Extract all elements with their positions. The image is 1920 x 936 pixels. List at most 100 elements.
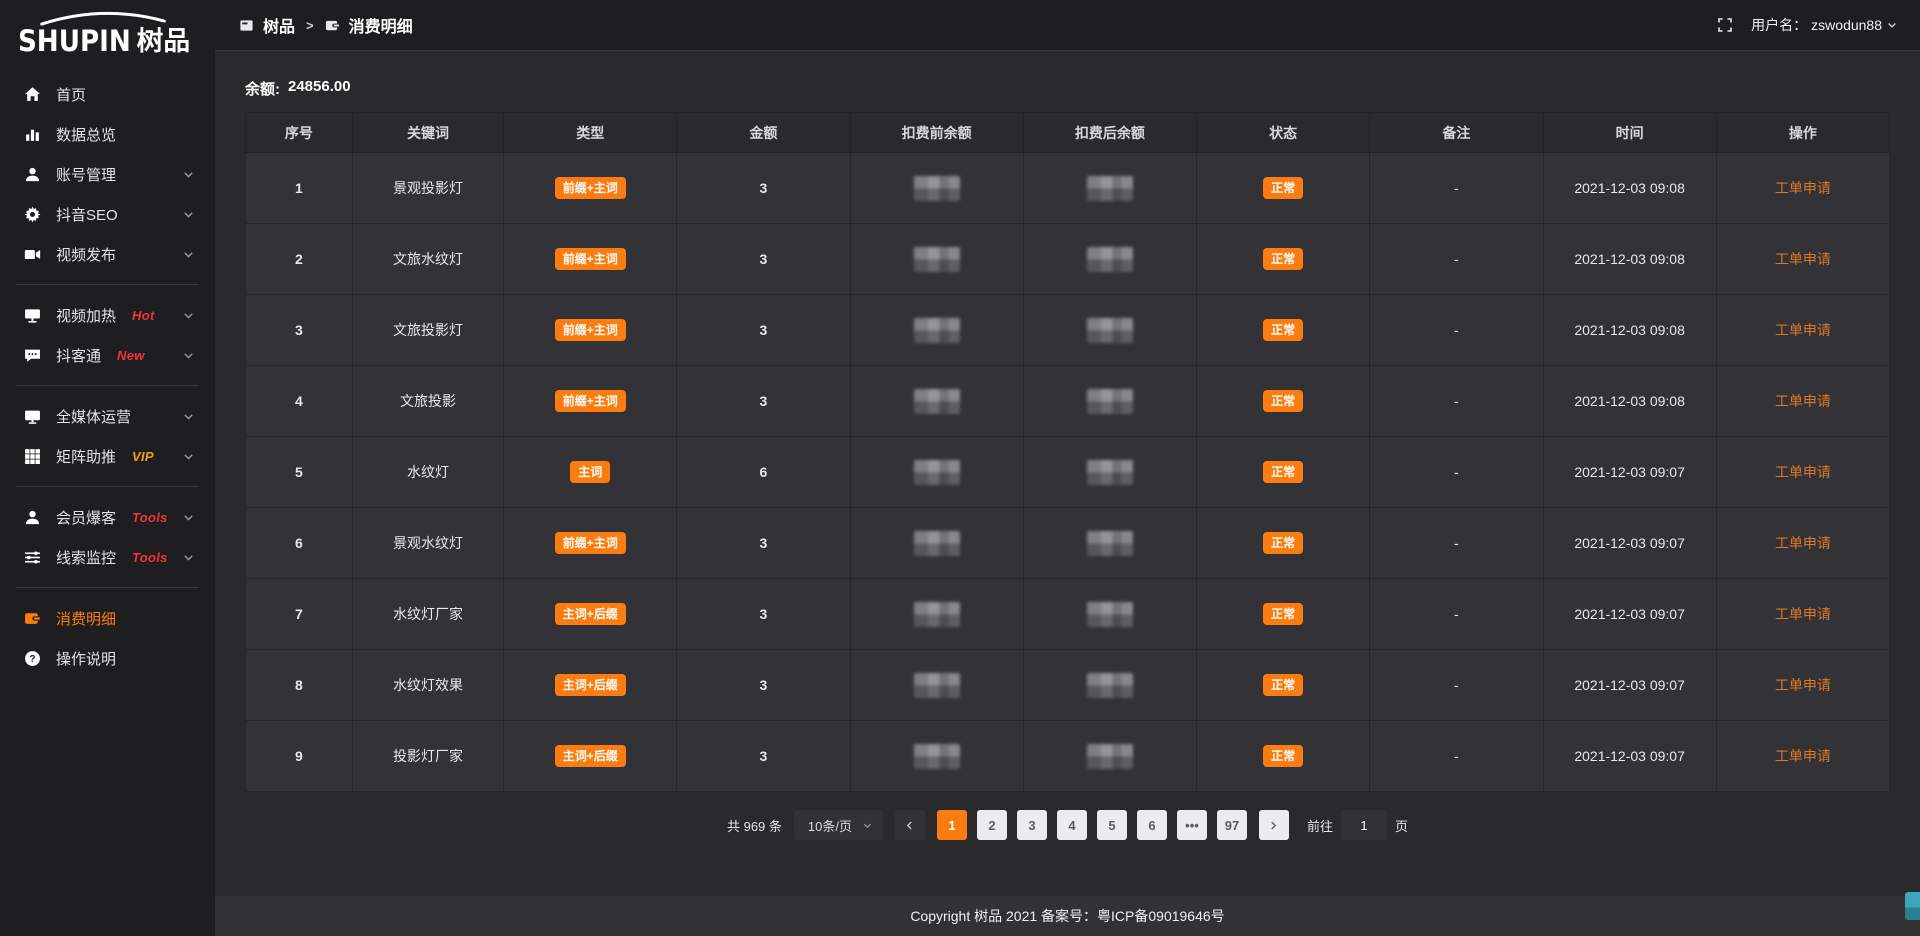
cell-keyword: 文旅投影灯 (352, 295, 503, 366)
sidebar-item-label: 矩阵助推 (56, 446, 116, 467)
cell-balance-after (1023, 295, 1196, 366)
page-jump: 前往 页 (1307, 810, 1408, 840)
cell-remark: - (1370, 153, 1543, 224)
sliders-icon (24, 549, 41, 566)
sidebar-item-label: 会员爆客 (56, 507, 116, 528)
sidebar-item-douyin-seo[interactable]: 抖音SEO (0, 194, 215, 234)
work-order-link[interactable]: 工单申请 (1775, 464, 1831, 480)
cell-time: 2021-12-03 09:08 (1543, 153, 1716, 224)
page-button-5[interactable]: 5 (1097, 810, 1127, 840)
type-badge: 主词+后缀 (555, 603, 626, 625)
copyright-text: Copyright 树品 2021 备案号：粤ICP备09019646号 (910, 906, 1224, 926)
sidebar-item-member-baoke[interactable]: 会员爆客Tools (0, 497, 215, 537)
cell-index: 3 (246, 295, 353, 366)
svg-text:?: ? (29, 654, 35, 665)
cell-amount: 3 (677, 650, 850, 721)
work-order-link[interactable]: 工单申请 (1775, 535, 1831, 551)
cell-time: 2021-12-03 09:08 (1543, 224, 1716, 295)
page-ellipsis-button[interactable]: ••• (1177, 810, 1207, 840)
fullscreen-icon[interactable] (1717, 17, 1733, 33)
work-order-link[interactable]: 工单申请 (1775, 180, 1831, 196)
sidebar-item-douketong[interactable]: 抖客通New (0, 335, 215, 375)
masked-balance (1087, 602, 1133, 627)
work-order-link[interactable]: 工单申请 (1775, 251, 1831, 267)
work-order-link[interactable]: 工单申请 (1775, 748, 1831, 764)
masked-balance (1087, 176, 1133, 201)
sidebar-item-video-publish[interactable]: 视频发布 (0, 234, 215, 274)
cell-amount: 6 (677, 437, 850, 508)
user-icon (24, 166, 41, 183)
chevron-down-icon (182, 410, 195, 423)
cell-status: 正常 (1197, 366, 1370, 437)
work-order-link[interactable]: 工单申请 (1775, 606, 1831, 622)
sidebar-nav: 首页数据总览账号管理抖音SEO视频发布视频加热Hot抖客通New全媒体运营矩阵助… (0, 74, 215, 678)
page-button-2[interactable]: 2 (977, 810, 1007, 840)
work-order-link[interactable]: 工单申请 (1775, 322, 1831, 338)
page-size-select[interactable]: 10条/页 (794, 810, 883, 840)
status-badge: 正常 (1263, 532, 1303, 554)
page-button-3[interactable]: 3 (1017, 810, 1047, 840)
cell-status: 正常 (1197, 295, 1370, 366)
wallet-crumb-icon (325, 18, 340, 33)
sidebar-item-consume-detail[interactable]: 消费明细 (0, 598, 215, 638)
cell-balance-before (850, 295, 1023, 366)
work-order-link[interactable]: 工单申请 (1775, 393, 1831, 409)
sidebar-item-data-overview[interactable]: 数据总览 (0, 114, 215, 154)
sidebar-item-home[interactable]: 首页 (0, 74, 215, 114)
next-page-button[interactable] (1259, 810, 1289, 840)
sidebar-item-media-operation[interactable]: 全媒体运营 (0, 396, 215, 436)
page-button-6[interactable]: 6 (1137, 810, 1167, 840)
sidebar-item-video-heating[interactable]: 视频加热Hot (0, 295, 215, 335)
cell-balance-after (1023, 224, 1196, 295)
sidebar-item-clue-monitor[interactable]: 线索监控Tools (0, 537, 215, 577)
cell-remark: - (1370, 437, 1543, 508)
video-icon (24, 246, 41, 263)
cell-keyword: 水纹灯 (352, 437, 503, 508)
prev-page-button[interactable] (895, 810, 925, 840)
masked-balance (914, 531, 960, 556)
sidebar-item-operation-guide[interactable]: ?操作说明 (0, 638, 215, 678)
cell-balance-after (1023, 508, 1196, 579)
chevron-down-icon (182, 450, 195, 463)
chevron-down-icon (1886, 19, 1898, 31)
cell-index: 1 (246, 153, 353, 224)
page-jump-input[interactable] (1341, 810, 1387, 840)
status-badge: 正常 (1263, 745, 1303, 767)
page-button-1[interactable]: 1 (937, 810, 967, 840)
cell-amount: 3 (677, 579, 850, 650)
cell-type: 前缀+主词 (504, 366, 677, 437)
cell-balance-after (1023, 650, 1196, 721)
logo-text-cn: 树品 (136, 26, 189, 56)
balance: 余额: 24856.00 (245, 78, 1890, 99)
masked-balance (1087, 460, 1133, 485)
cell-time: 2021-12-03 09:07 (1543, 437, 1716, 508)
masked-balance (914, 673, 960, 698)
content-area: 余额: 24856.00 序号关键词类型金额扣费前余额扣费后余额状态备注时间操作… (215, 51, 1920, 896)
work-order-link[interactable]: 工单申请 (1775, 677, 1831, 693)
cell-balance-before (850, 508, 1023, 579)
sidebar-item-matrix-boost[interactable]: 矩阵助推VIP (0, 436, 215, 476)
top-header: 树品 > 消费明细 用户名： zswodun88 (215, 0, 1920, 51)
page-button-97[interactable]: 97 (1217, 810, 1247, 840)
floating-widget[interactable] (1905, 892, 1920, 920)
breadcrumb-root[interactable]: 树品 (263, 13, 295, 37)
page-button-4[interactable]: 4 (1057, 810, 1087, 840)
cell-time: 2021-12-03 09:08 (1543, 295, 1716, 366)
sidebar-item-label: 账号管理 (56, 164, 116, 185)
type-badge: 前缀+主词 (555, 248, 626, 270)
status-badge: 正常 (1263, 603, 1303, 625)
user-menu[interactable]: 用户名： zswodun88 (1751, 15, 1898, 35)
page-buttons: 123456 ••• 97 (937, 810, 1247, 840)
masked-balance (1087, 531, 1133, 556)
cell-balance-after (1023, 579, 1196, 650)
column-header: 备注 (1370, 113, 1543, 153)
cell-remark: - (1370, 579, 1543, 650)
table-row: 9投影灯厂家主词+后缀3正常-2021-12-03 09:07工单申请 (246, 721, 1890, 792)
sidebar-item-account-manage[interactable]: 账号管理 (0, 154, 215, 194)
cell-status: 正常 (1197, 650, 1370, 721)
cell-remark: - (1370, 224, 1543, 295)
table-row: 2文旅水纹灯前缀+主词3正常-2021-12-03 09:08工单申请 (246, 224, 1890, 295)
breadcrumb-current: 消费明细 (349, 13, 413, 37)
cell-amount: 3 (677, 224, 850, 295)
sidebar-item-label: 视频发布 (56, 244, 116, 265)
